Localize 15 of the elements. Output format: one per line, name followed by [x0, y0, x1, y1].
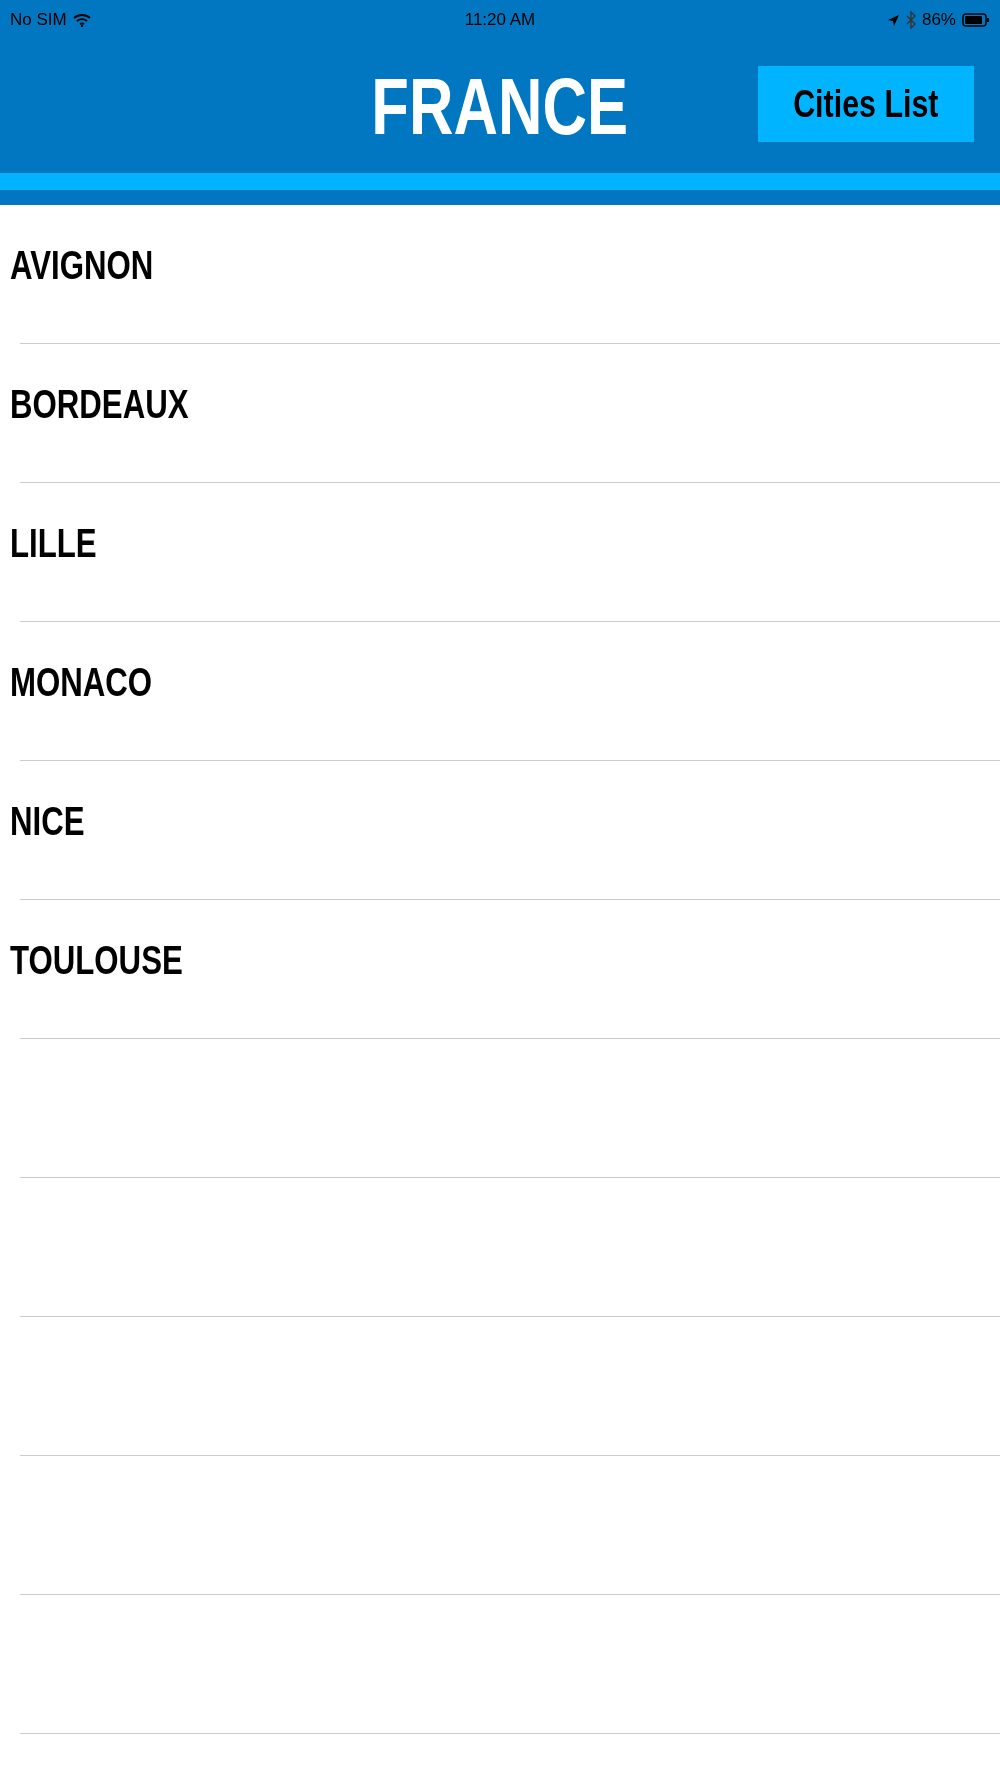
carrier-label: No SIM: [10, 10, 67, 30]
city-name[interactable]: TOULOUSE: [10, 940, 183, 980]
battery-icon: [962, 13, 990, 27]
battery-percent: 86%: [921, 10, 956, 30]
time-label: 11:20 AM: [464, 10, 536, 30]
bluetooth-icon: [905, 11, 916, 29]
city-name[interactable]: MONACO: [10, 662, 153, 702]
header-title: FRANCE: [371, 66, 629, 147]
city-name[interactable]: BORDEAUX: [10, 384, 189, 424]
city-name[interactable]: NICE: [10, 801, 85, 841]
wifi-icon: [72, 13, 91, 27]
city-name[interactable]: AVIGNON: [10, 245, 154, 285]
city-name[interactable]: LILLE: [10, 523, 97, 563]
cities-list-button[interactable]: Cities List: [758, 66, 974, 142]
location-arrow-icon: [886, 13, 900, 27]
